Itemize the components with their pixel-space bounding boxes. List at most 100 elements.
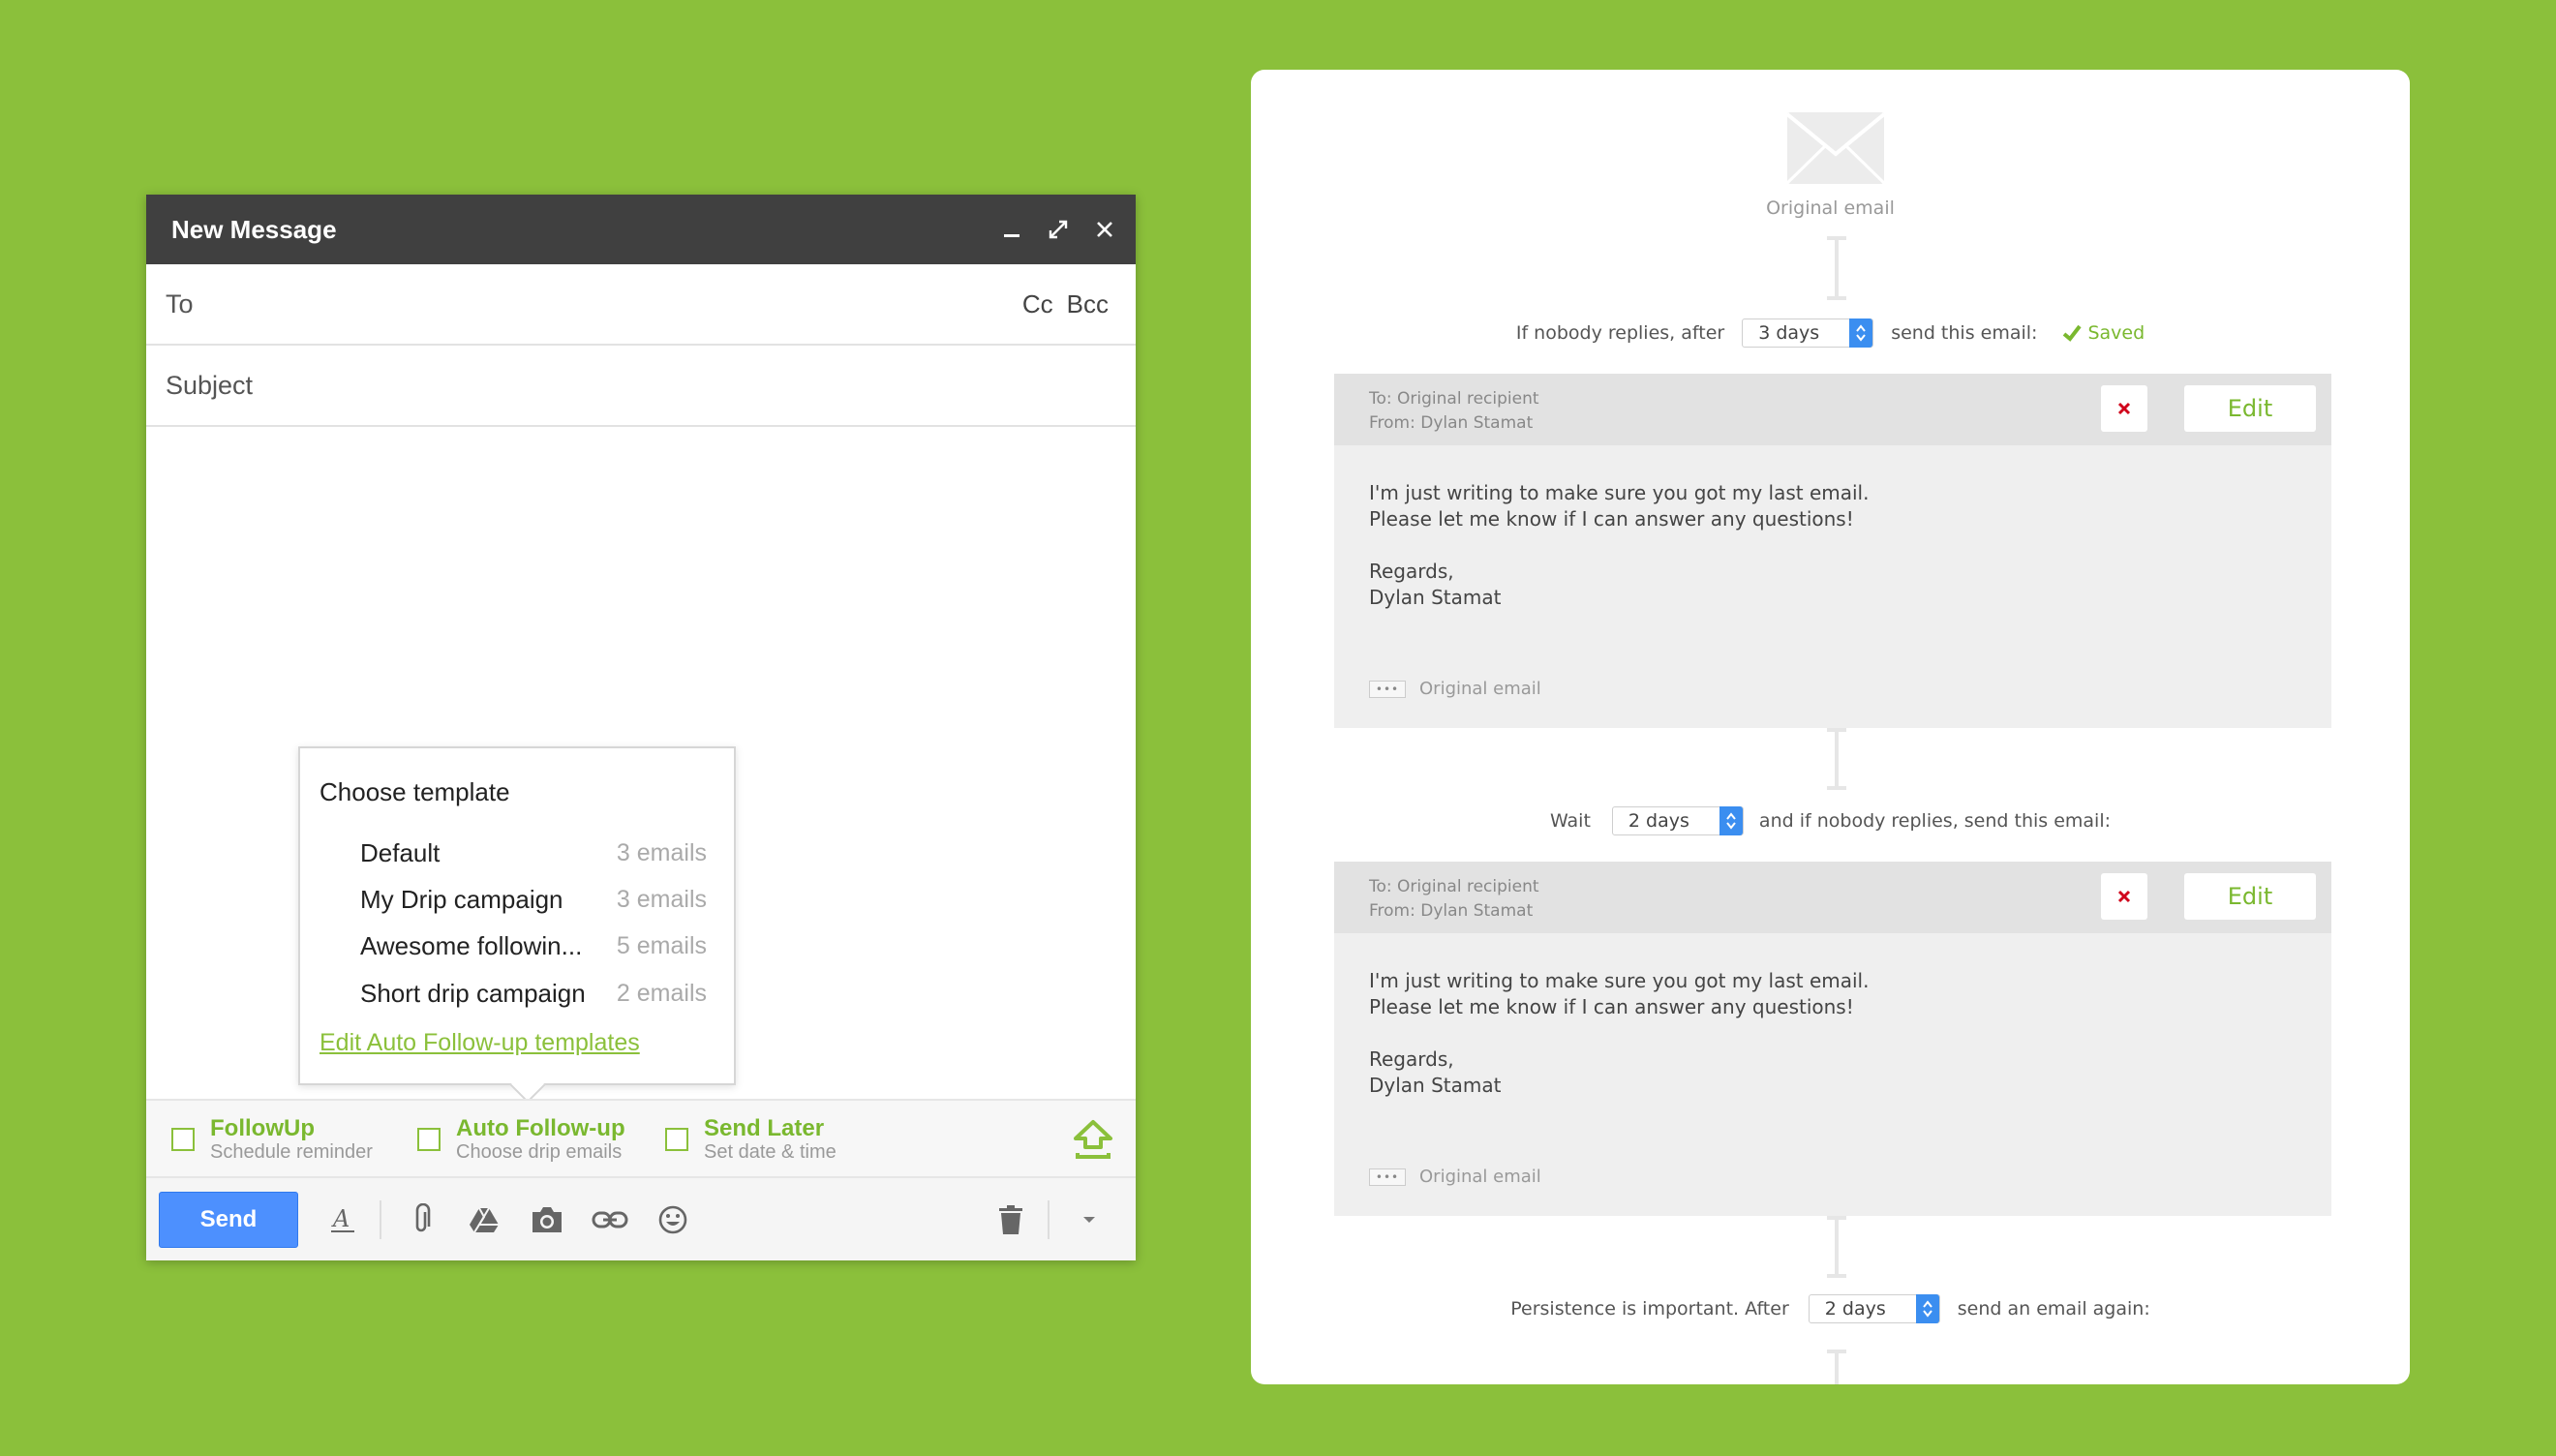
template-name: Default xyxy=(360,837,441,867)
expand-icon[interactable] xyxy=(1035,206,1081,253)
template-name: Awesome followin... xyxy=(360,930,583,960)
cc-link[interactable]: Cc xyxy=(1022,289,1053,319)
template-item[interactable]: Awesome followin... 5 emails xyxy=(360,926,707,965)
to-field[interactable]: To Cc Bcc xyxy=(146,264,1136,346)
connector-line xyxy=(1827,1350,1846,1384)
followup-checkbox[interactable] xyxy=(171,1128,195,1151)
footer-label: Original email xyxy=(1419,679,1541,699)
step-text: Persistence is important. After xyxy=(1510,1298,1789,1320)
option-subtitle: Schedule reminder xyxy=(210,1141,373,1163)
email-line: I'm just writing to make sure you got my… xyxy=(1369,969,1870,992)
original-email-label: Original email xyxy=(1766,197,1895,219)
compose-window: New Message To Cc Bcc Subject Choose tem… xyxy=(146,195,1136,1260)
close-icon xyxy=(2117,402,2131,415)
photo-icon[interactable] xyxy=(524,1197,570,1243)
ellipsis-icon: ••• xyxy=(1369,680,1406,698)
followup-email-card: To: Original recipient From: Dylan Stama… xyxy=(1334,862,2331,1216)
toolbar-divider xyxy=(1048,1199,1050,1239)
select-arrows-icon xyxy=(1719,806,1743,835)
attach-icon[interactable] xyxy=(398,1197,444,1243)
compose-header: New Message xyxy=(146,195,1136,264)
check-icon xyxy=(2063,324,2083,342)
edit-templates-link[interactable]: Edit Auto Follow-up templates xyxy=(320,1029,640,1057)
delay-select[interactable]: 2 days xyxy=(1611,806,1744,835)
select-value: 2 days xyxy=(1628,810,1689,832)
step-text: Wait xyxy=(1549,810,1591,832)
delete-button[interactable] xyxy=(2101,873,2147,920)
send-later-checkbox[interactable] xyxy=(665,1128,688,1151)
template-count: 3 emails xyxy=(616,885,707,913)
minimize-icon[interactable] xyxy=(989,206,1035,253)
saved-label: Saved xyxy=(2087,322,2145,344)
email-line: Please let me know if I can answer any q… xyxy=(1369,995,1854,1018)
email-line: Please let me know if I can answer any q… xyxy=(1369,507,1854,531)
send-later-option[interactable]: Send Later Set date & time xyxy=(665,1116,837,1163)
connector-line xyxy=(1827,728,1846,790)
original-email-toggle[interactable]: ••• Original email xyxy=(1369,1167,1541,1187)
close-icon[interactable] xyxy=(1081,206,1128,253)
saved-status: Saved xyxy=(2062,322,2145,344)
subject-field[interactable]: Subject xyxy=(146,346,1136,427)
original-email-toggle[interactable]: ••• Original email xyxy=(1369,679,1541,699)
email-line: Regards, xyxy=(1369,1047,1454,1071)
svg-text:A: A xyxy=(331,1205,350,1232)
option-subtitle: Choose drip emails xyxy=(456,1141,623,1163)
template-name: My Drip campaign xyxy=(360,884,563,914)
options-bar: FollowUp Schedule reminder Auto Follow-u… xyxy=(146,1099,1136,1178)
template-item[interactable]: Short drip campaign 2 emails xyxy=(360,974,707,1013)
footer-label: Original email xyxy=(1419,1167,1541,1187)
step-text: and if nobody replies, send this email: xyxy=(1758,810,2112,832)
select-value: 3 days xyxy=(1758,322,1820,344)
followup-sequence-card: Original email If nobody replies, after … xyxy=(1251,70,2410,1384)
delay-select[interactable]: 3 days xyxy=(1742,318,1874,348)
followup-option[interactable]: FollowUp Schedule reminder xyxy=(171,1116,373,1163)
edit-button[interactable]: Edit xyxy=(2184,385,2316,432)
connector-line xyxy=(1827,1216,1846,1278)
envelope-icon xyxy=(1786,112,1885,185)
select-arrows-icon xyxy=(1849,318,1873,348)
email-body: I'm just writing to make sure you got my… xyxy=(1334,445,2331,611)
email-card-header: To: Original recipient From: Dylan Stama… xyxy=(1334,862,2331,933)
email-card-header: To: Original recipient From: Dylan Stama… xyxy=(1334,374,2331,445)
delay-select[interactable]: 2 days xyxy=(1808,1294,1940,1323)
compose-toolbar: Send A xyxy=(146,1178,1136,1260)
email-line: Dylan Stamat xyxy=(1369,586,1502,609)
edit-button[interactable]: Edit xyxy=(2184,873,2316,920)
auto-followup-option[interactable]: Auto Follow-up Choose drip emails xyxy=(417,1116,625,1163)
email-line: Dylan Stamat xyxy=(1369,1074,1502,1097)
link-icon[interactable] xyxy=(587,1197,633,1243)
more-options-icon[interactable] xyxy=(1066,1197,1112,1243)
drive-icon[interactable] xyxy=(461,1197,507,1243)
close-icon xyxy=(2117,890,2131,903)
template-menu: Choose template Default 3 emails My Drip… xyxy=(298,746,736,1104)
email-line: I'm just writing to make sure you got my… xyxy=(1369,481,1870,504)
step-2-row: Wait 2 days and if nobody replies, send … xyxy=(1251,804,2410,838)
step-1-row: If nobody replies, after 3 days send thi… xyxy=(1251,316,2410,350)
option-title: FollowUp xyxy=(210,1115,315,1141)
option-subtitle: Set date & time xyxy=(704,1141,837,1163)
template-item[interactable]: My Drip campaign 3 emails xyxy=(360,880,707,919)
template-count: 2 emails xyxy=(616,979,707,1007)
select-arrows-icon xyxy=(1915,1294,1939,1323)
text-format-icon[interactable]: A xyxy=(320,1197,366,1243)
template-menu-title: Choose template xyxy=(320,777,510,806)
select-value: 2 days xyxy=(1824,1298,1886,1320)
subject-placeholder: Subject xyxy=(166,370,254,400)
trash-icon[interactable] xyxy=(988,1197,1034,1243)
template-count: 5 emails xyxy=(616,931,707,959)
send-button[interactable]: Send xyxy=(159,1191,298,1248)
connector-line xyxy=(1827,236,1846,300)
option-title: Auto Follow-up xyxy=(456,1115,625,1141)
template-count: 3 emails xyxy=(616,838,707,866)
step-text: send an email again: xyxy=(1957,1298,2150,1320)
toolbar-divider xyxy=(380,1199,381,1239)
bcc-link[interactable]: Bcc xyxy=(1067,289,1109,319)
template-name: Short drip campaign xyxy=(360,978,586,1008)
emoji-icon[interactable] xyxy=(650,1197,696,1243)
step-3-row: Persistence is important. After 2 days s… xyxy=(1251,1291,2410,1326)
delete-button[interactable] xyxy=(2101,385,2147,432)
upload-icon[interactable] xyxy=(1072,1118,1114,1166)
template-item[interactable]: Default 3 emails xyxy=(360,834,707,872)
auto-followup-checkbox[interactable] xyxy=(417,1128,441,1151)
option-title: Send Later xyxy=(704,1115,825,1141)
